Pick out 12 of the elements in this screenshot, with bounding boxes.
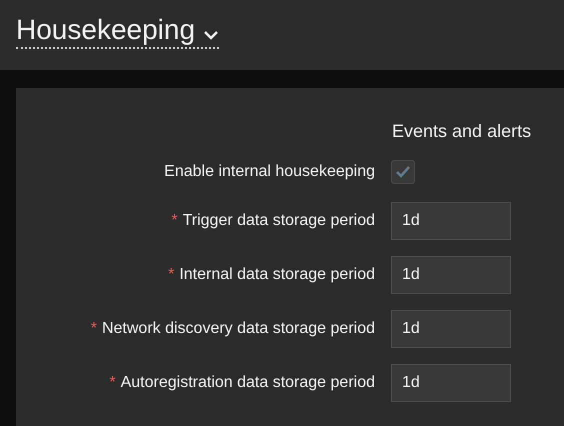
input-field[interactable]: 1d: [391, 202, 511, 240]
field-label: * Trigger data storage period: [171, 211, 375, 231]
field-label: * Internal data storage period: [168, 265, 375, 285]
field-label: * Autoregistration data storage period: [109, 373, 375, 393]
check-icon: [395, 165, 411, 179]
section-heading: Events and alerts: [392, 120, 532, 143]
input-field[interactable]: 1d: [391, 310, 511, 348]
input-field[interactable]: 1d: [391, 364, 511, 402]
input-field[interactable]: 1d: [391, 256, 511, 294]
field-label: Enable internal housekeeping: [164, 162, 375, 182]
field-label: * Network discovery data storage period: [90, 319, 375, 339]
page-title-menu[interactable]: Housekeeping: [16, 13, 220, 49]
